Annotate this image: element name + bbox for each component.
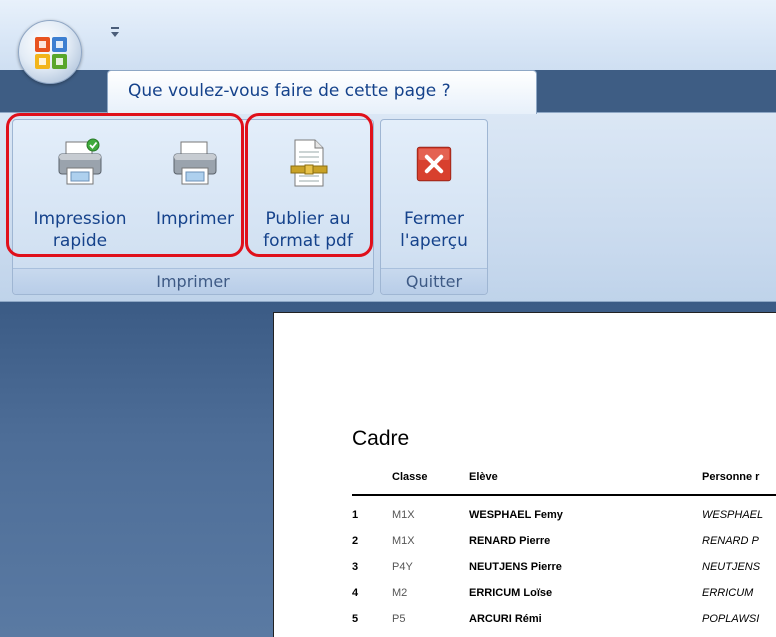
row-personne: POPLAWSI bbox=[702, 613, 760, 625]
printer-check-icon bbox=[58, 138, 102, 185]
row-number: 2 bbox=[352, 535, 359, 547]
close-red-icon bbox=[416, 146, 452, 182]
row-eleve: ERRICUM Loïse bbox=[469, 587, 553, 599]
tab-label: Que voulez-vous faire de cette page ? bbox=[128, 81, 451, 101]
row-number: 4 bbox=[352, 587, 359, 599]
column-eleve: Elève bbox=[469, 471, 498, 483]
row-classe: P5 bbox=[392, 613, 406, 625]
table-row: 5 P5 ARCURI Rémi POPLAWSI bbox=[352, 613, 776, 633]
row-personne: WESPHAEL bbox=[702, 509, 764, 521]
quick-print-button[interactable]: Impression rapide bbox=[21, 128, 139, 268]
group-label-quitter: Quitter bbox=[381, 268, 487, 294]
row-number: 5 bbox=[352, 613, 359, 625]
table-row: 1 M1X WESPHAEL Femy WESPHAEL bbox=[352, 509, 776, 529]
row-classe: M1X bbox=[392, 535, 415, 547]
publish-pdf-label: Publier au format pdf bbox=[263, 209, 353, 251]
row-personne: RENARD P bbox=[702, 535, 759, 547]
column-personne: Personne r bbox=[702, 471, 760, 483]
row-eleve: ARCURI Rémi bbox=[469, 613, 542, 625]
group-label-imprimer: Imprimer bbox=[13, 268, 373, 294]
table-row: 3 P4Y NEUTJENS Pierre NEUTJENS bbox=[352, 561, 776, 581]
ribbon: Impression rapide Imprimer Publier au fo… bbox=[0, 112, 776, 302]
table-row: 2 M1X RENARD Pierre RENARD P bbox=[352, 535, 776, 555]
pdf-document-icon bbox=[290, 139, 328, 187]
column-classe: Classe bbox=[392, 471, 428, 483]
row-personne: NEUTJENS bbox=[702, 561, 761, 573]
close-preview-label: Fermer l'aperçu bbox=[400, 209, 468, 251]
ribbon-group-imprimer: Impression rapide Imprimer Publier au fo… bbox=[12, 119, 374, 295]
header-rule bbox=[352, 494, 776, 496]
table-row: 4 M2 ERRICUM Loïse ERRICUM bbox=[352, 587, 776, 607]
row-classe: M2 bbox=[392, 587, 408, 599]
office-button[interactable] bbox=[18, 20, 82, 84]
office-logo-icon bbox=[35, 37, 67, 69]
document-page: Cadre Classe Elève Personne r 1 M1X WESP… bbox=[273, 312, 776, 637]
ribbon-group-quitter: Fermer l'aperçu Quitter bbox=[380, 119, 488, 295]
print-label: Imprimer bbox=[155, 209, 235, 229]
quick-print-label: Impression rapide bbox=[33, 209, 127, 251]
row-eleve: NEUTJENS Pierre bbox=[469, 561, 562, 573]
row-classe: P4Y bbox=[392, 561, 413, 573]
document-title: Cadre bbox=[352, 427, 410, 450]
row-eleve: RENARD Pierre bbox=[469, 535, 551, 547]
tab-page-actions[interactable]: Que voulez-vous faire de cette page ? bbox=[107, 70, 537, 114]
printer-icon bbox=[173, 141, 217, 185]
print-button[interactable]: Imprimer bbox=[145, 128, 245, 268]
close-preview-button[interactable]: Fermer l'aperçu bbox=[385, 128, 483, 268]
dropdown-arrow-icon[interactable] bbox=[110, 27, 120, 41]
row-number: 3 bbox=[352, 561, 359, 573]
row-personne: ERRICUM bbox=[702, 587, 754, 599]
publish-pdf-button[interactable]: Publier au format pdf bbox=[249, 128, 367, 268]
row-classe: M1X bbox=[392, 509, 415, 521]
row-eleve: WESPHAEL Femy bbox=[469, 509, 563, 521]
title-bar bbox=[0, 0, 776, 70]
row-number: 1 bbox=[352, 509, 359, 521]
table-header: Classe Elève Personne r bbox=[352, 471, 776, 493]
